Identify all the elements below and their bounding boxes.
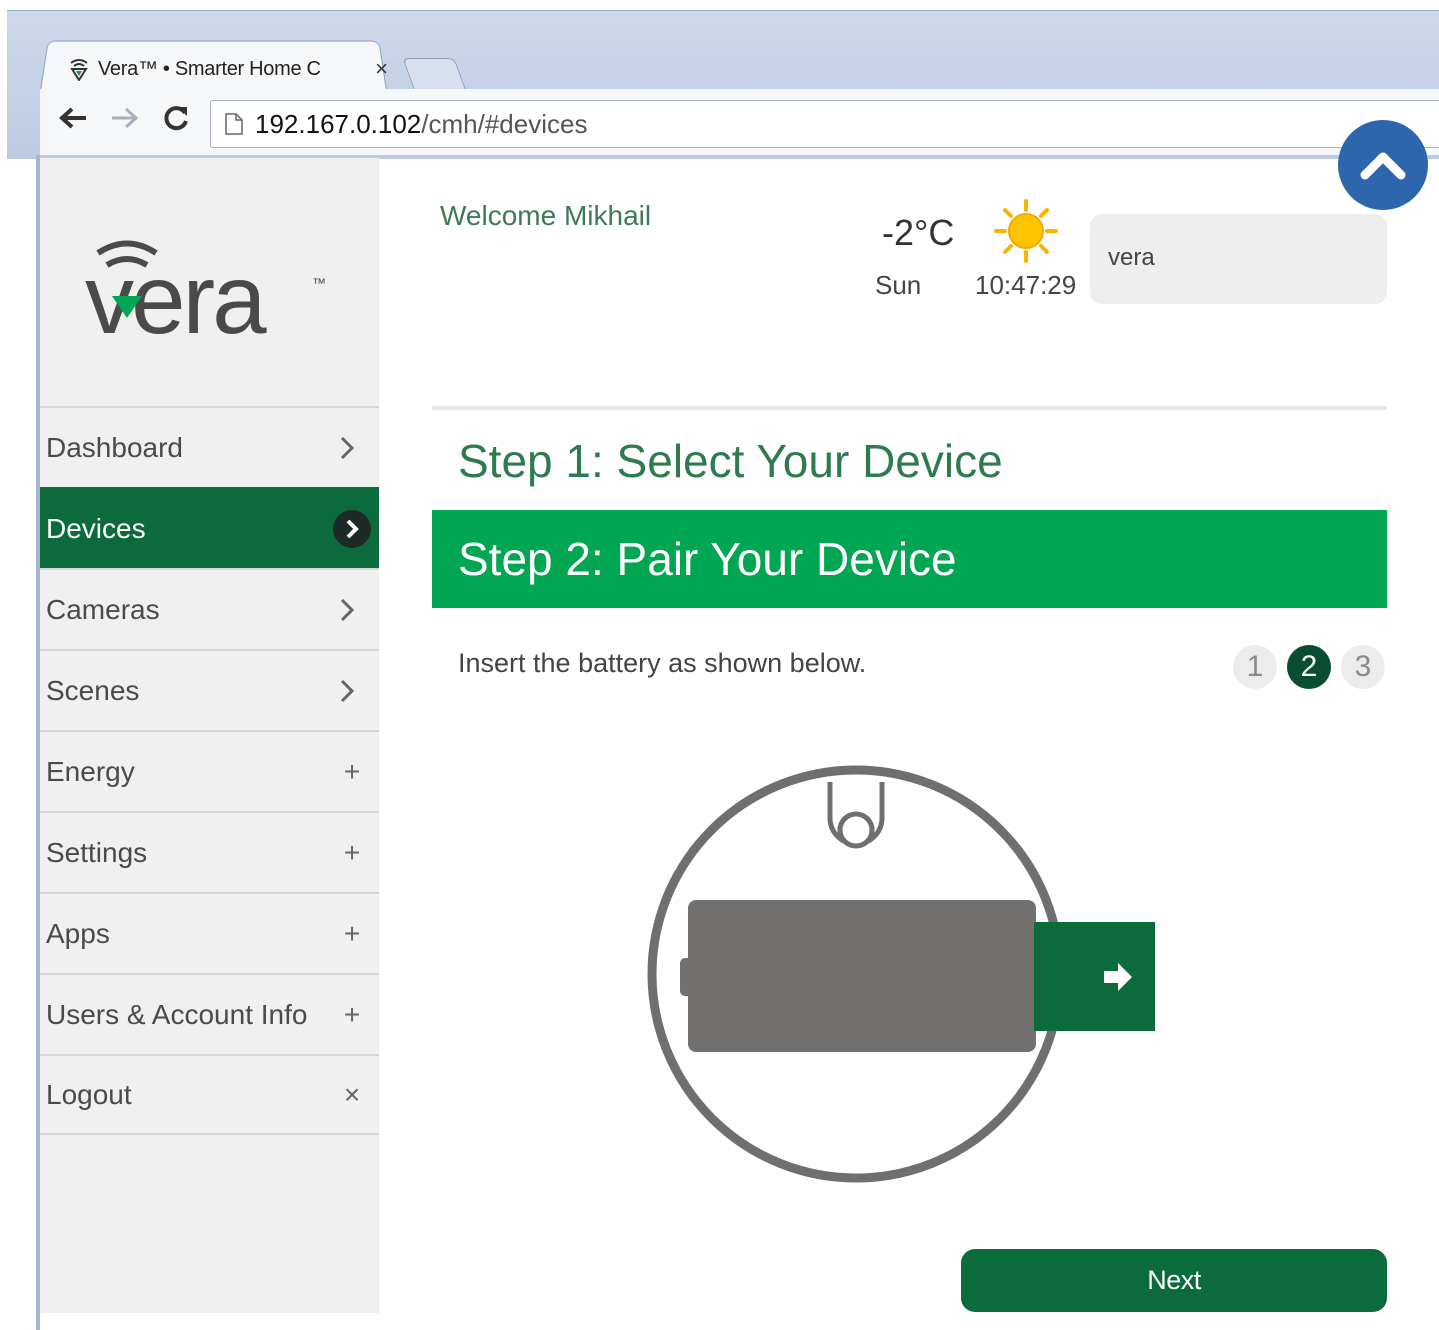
step-2-title[interactable]: Step 2: Pair Your Device [432, 510, 1387, 608]
sidebar-item-energy[interactable]: Energy + [40, 730, 379, 811]
sidebar-item-label: Devices [46, 512, 146, 544]
tab-title: Vera™ • Smarter Home C [98, 57, 321, 80]
battery-insert-illustration [647, 765, 1155, 1183]
sidebar-item-label: Cameras [46, 593, 160, 625]
logo-text: vera [85, 244, 267, 354]
sidebar-item-label: Settings [46, 836, 148, 868]
vera-logo[interactable]: vera ™ [40, 158, 379, 406]
weather-day: Sun [875, 270, 922, 300]
chevron-right-icon [339, 597, 365, 623]
page-dot-1[interactable]: 1 [1233, 645, 1277, 689]
page-dot-3[interactable]: 3 [1341, 645, 1385, 689]
welcome-text: Welcome Mikhail [440, 200, 652, 231]
reload-icon[interactable] [162, 104, 190, 140]
sidebar-item-devices[interactable]: Devices [40, 487, 379, 568]
instruction-text: Insert the battery as shown below. [458, 648, 867, 678]
plus-icon: + [343, 998, 361, 1030]
vera-logo-image: vera ™ [85, 240, 326, 354]
sidebar-item-dashboard[interactable]: Dashboard [40, 406, 379, 487]
sidebar-item-settings[interactable]: Settings + [40, 811, 379, 892]
header-divider [432, 406, 1387, 410]
sidebar-item-label: Users & Account Info [46, 998, 308, 1030]
chevron-right-icon [339, 678, 365, 704]
new-tab-button[interactable] [402, 58, 466, 89]
close-icon: × [343, 1078, 361, 1110]
sidebar-item-label: Logout [46, 1078, 132, 1110]
sidebar-item-logout[interactable]: Logout × [40, 1054, 379, 1135]
forward-icon[interactable] [110, 104, 140, 139]
plus-icon: + [343, 755, 361, 787]
clock-time: 10:47:29 [975, 270, 1077, 300]
sidebar-menu: Dashboard Devices Cameras Scenes Energy … [40, 406, 379, 1135]
address-bar[interactable]: 192.167.0.102/cmh/#devices [210, 100, 1439, 148]
chevron-up-icon [1360, 152, 1406, 180]
tab-close-icon[interactable]: × [375, 56, 388, 82]
sidebar-item-label: Energy [46, 755, 135, 787]
chevron-right-icon [333, 509, 371, 548]
sidebar-item-scenes[interactable]: Scenes [40, 649, 379, 730]
sidebar-item-cameras[interactable]: Cameras [40, 568, 379, 649]
browser-tab-content[interactable]: Vera™ • Smarter Home C × [68, 49, 388, 89]
sidebar-item-label: Dashboard [46, 431, 183, 463]
scroll-to-top-button[interactable] [1338, 120, 1428, 210]
page-icon [225, 113, 243, 135]
step-pager: 1 2 3 [1233, 645, 1395, 689]
vera-favicon-icon [70, 59, 88, 81]
sidebar-item-apps[interactable]: Apps + [40, 892, 379, 973]
sidebar-item-label: Scenes [46, 674, 140, 706]
back-icon[interactable] [58, 104, 88, 139]
sidebar-item-label: Apps [46, 917, 110, 949]
step-1-title[interactable]: Step 1: Select Your Device [458, 434, 1003, 488]
url-path: /cmh/#devices [421, 108, 588, 139]
url-host: 192.167.0.102 [255, 108, 422, 139]
sun-icon [994, 199, 1058, 263]
page-dot-2[interactable]: 2 [1287, 645, 1331, 689]
plus-icon: + [343, 917, 361, 949]
controller-selector[interactable]: vera [1090, 214, 1387, 304]
chevron-right-icon [339, 435, 365, 461]
url-text: 192.167.0.102/cmh/#devices [255, 109, 587, 140]
plus-icon: + [343, 836, 361, 868]
temperature: -2°C [882, 212, 955, 253]
sidebar-item-users-account-info[interactable]: Users & Account Info + [40, 973, 379, 1054]
logo-tm: ™ [312, 275, 326, 291]
next-button[interactable]: Next [961, 1249, 1387, 1312]
